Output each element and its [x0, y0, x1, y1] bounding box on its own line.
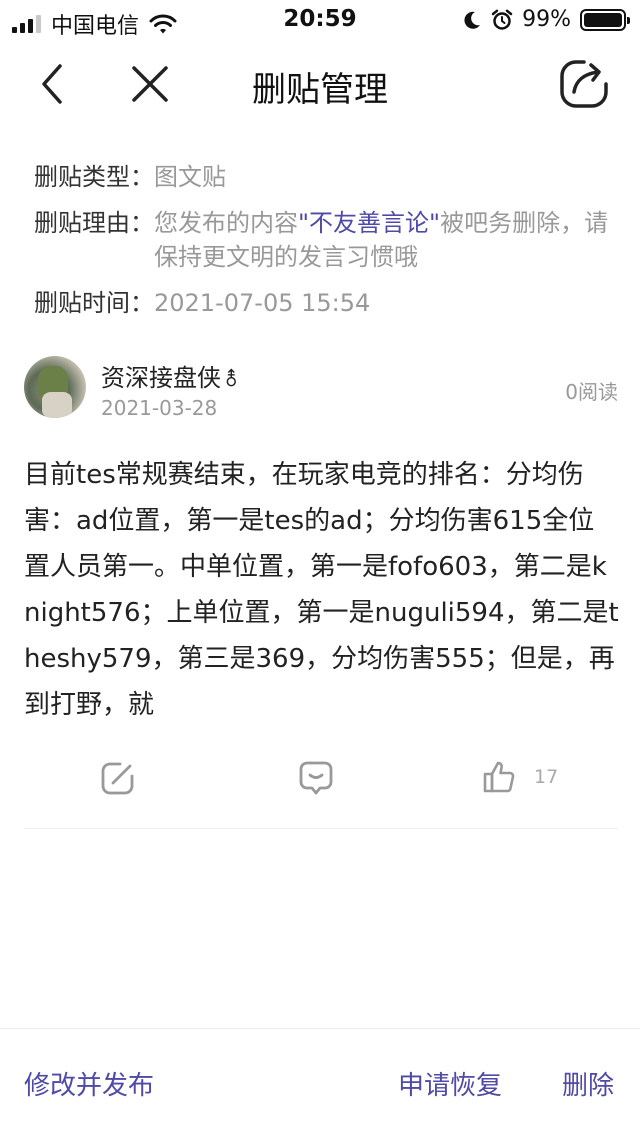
delete-reason-label: 删贴理由 [34, 209, 130, 237]
delete-time-row: 删贴时间： 2021-07-05 15:54 [34, 286, 624, 320]
avatar[interactable] [24, 356, 86, 418]
battery-fill [584, 12, 622, 27]
post-content: 目前tes常规赛结束，在玩家电竞的排名：分均伤害：ad位置，第一是tes的ad；… [24, 460, 619, 720]
delete-type-value: 图文贴 [154, 163, 226, 191]
delete-time-label: 删贴时间 [34, 289, 130, 317]
gender-icon: ⚨ [223, 367, 240, 391]
status-bar: 中国电信 20:59 99% [0, 0, 640, 40]
status-right: 99% [462, 7, 630, 32]
edit-icon[interactable] [100, 760, 136, 796]
like-count: 17 [534, 766, 559, 788]
share-icon[interactable] [558, 58, 610, 110]
like-icon[interactable] [482, 760, 516, 794]
delete-button[interactable]: 删除 [562, 1065, 614, 1102]
battery-icon [580, 8, 630, 31]
bottom-action-bar: 修改并发布 申请恢复 删除 [0, 1028, 640, 1136]
screen: 中国电信 20:59 99% 删贴管理 删贴类型 ： 图文贴 删贴理由 ： 您发… [0, 0, 640, 1136]
nav-bar: 删贴管理 [0, 40, 640, 130]
delete-time-value: 2021-07-05 15:54 [154, 289, 371, 317]
alarm-icon [491, 9, 513, 30]
page-title: 删贴管理 [252, 70, 388, 110]
delete-type-row: 删贴类型： 图文贴 [34, 160, 624, 194]
apply-restore-button[interactable]: 申请恢复 [398, 1065, 502, 1102]
post-actions: 17 [24, 754, 618, 814]
divider [24, 828, 618, 829]
battery-percent: 99% [522, 7, 571, 32]
delete-reason-row: 删贴理由： 您发布的内容"不友善言论"被吧务删除，请保持更文明的发言习惯哦 [34, 206, 624, 274]
delete-reason-value: 您发布的内容"不友善言论"被吧务删除，请保持更文明的发言习惯哦 [154, 209, 609, 271]
edit-publish-button[interactable]: 修改并发布 [24, 1065, 154, 1102]
comment-icon[interactable] [298, 760, 334, 796]
post-date: 2021-03-28 [101, 396, 218, 420]
reason-highlight: "不友善言论" [298, 209, 441, 237]
username[interactable]: 资深接盘侠 ⚨ [101, 358, 240, 393]
delete-info: 删贴类型： 图文贴 删贴理由： 您发布的内容"不友善言论"被吧务删除，请保持更文… [34, 160, 624, 332]
moon-icon [464, 11, 481, 29]
delete-type-label: 删贴类型 [34, 163, 130, 191]
read-count: 0阅读 [565, 380, 618, 404]
